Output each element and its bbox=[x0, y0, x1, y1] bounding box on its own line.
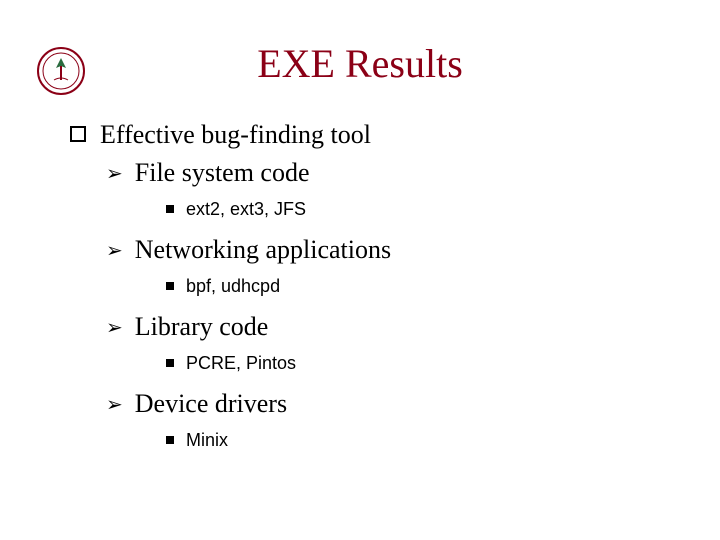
slide-body: Effective bug-finding tool ➢ File system… bbox=[70, 118, 650, 465]
arrow-icon: ➢ bbox=[106, 392, 123, 418]
bullet-detail-text: PCRE, Pintos bbox=[186, 352, 296, 375]
bullet-detail-text: bpf, udhcpd bbox=[186, 275, 280, 298]
bullet-detail-text: ext2, ext3, JFS bbox=[186, 198, 306, 221]
arrow-icon: ➢ bbox=[106, 238, 123, 264]
bullet-detail-text: Minix bbox=[186, 429, 228, 452]
square-icon bbox=[166, 359, 174, 367]
bullet-sub-drivers: ➢ Device drivers bbox=[106, 387, 650, 421]
arrow-icon: ➢ bbox=[106, 161, 123, 187]
bullet-sub-text: File system code bbox=[135, 156, 310, 190]
bullet-sub-text: Library code bbox=[135, 310, 269, 344]
bullet-main-text: Effective bug-finding tool bbox=[100, 118, 371, 152]
bullet-detail-library: PCRE, Pintos bbox=[166, 352, 650, 375]
bullet-sub-networking: ➢ Networking applications bbox=[106, 233, 650, 267]
bullet-detail-filesystem: ext2, ext3, JFS bbox=[166, 198, 650, 221]
bullet-detail-drivers: Minix bbox=[166, 429, 650, 452]
square-icon bbox=[166, 205, 174, 213]
bullet-sub-library: ➢ Library code bbox=[106, 310, 650, 344]
square-icon bbox=[166, 436, 174, 444]
bullet-sub-text: Networking applications bbox=[135, 233, 391, 267]
slide-title: EXE Results bbox=[0, 40, 720, 87]
arrow-icon: ➢ bbox=[106, 315, 123, 341]
bullet-sub-text: Device drivers bbox=[135, 387, 287, 421]
bullet-detail-networking: bpf, udhcpd bbox=[166, 275, 650, 298]
bullet-sub-filesystem: ➢ File system code bbox=[106, 156, 650, 190]
slide: EXE Results Effective bug-finding tool ➢… bbox=[0, 0, 720, 540]
square-icon bbox=[166, 282, 174, 290]
square-outline-icon bbox=[70, 126, 86, 142]
bullet-main: Effective bug-finding tool bbox=[70, 118, 650, 152]
